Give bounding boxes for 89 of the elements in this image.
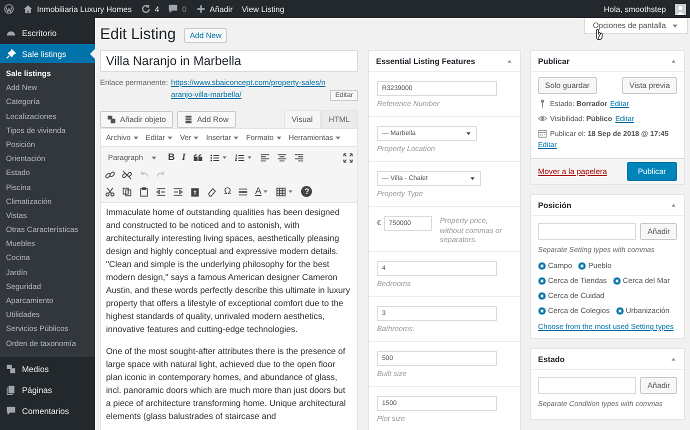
- bold-button[interactable]: B: [168, 152, 175, 164]
- collapse-arrow-icon[interactable]: [670, 356, 677, 362]
- greeting-link[interactable]: Hola, smoothstep: [604, 4, 666, 14]
- align-left-icon[interactable]: [260, 152, 270, 162]
- pages-icon: [6, 385, 16, 396]
- help-button[interactable]: ?: [301, 186, 312, 197]
- tag-input-field[interactable]: [538, 377, 636, 394]
- caret-icon: [465, 130, 472, 137]
- paste-text-icon[interactable]: [190, 186, 200, 196]
- unlink-icon[interactable]: [122, 170, 132, 180]
- outdent-icon[interactable]: [156, 186, 166, 196]
- remove-tag-icon[interactable]: [578, 262, 586, 270]
- sidebar-label: Sale listings: [22, 48, 66, 58]
- collapse-arrow-icon[interactable]: [670, 58, 677, 64]
- pushpin-icon: [6, 48, 16, 58]
- caret-icon: [232, 134, 240, 142]
- speech-bubble-icon: [6, 406, 16, 416]
- caret-icon: [334, 134, 342, 142]
- remove-tag-icon[interactable]: [538, 292, 546, 300]
- scissors-icon[interactable]: [105, 186, 115, 196]
- remove-tag-icon[interactable]: [538, 276, 546, 284]
- caret-icon[interactable]: [262, 188, 270, 195]
- link-icon[interactable]: [105, 170, 115, 180]
- sidebar-label: Comentarios: [22, 406, 70, 416]
- add-new-link[interactable]: Añadir: [210, 4, 233, 14]
- avatar-icon: [675, 4, 686, 14]
- indent-icon[interactable]: [173, 186, 183, 196]
- comment-icon[interactable]: [168, 4, 178, 14]
- view-listing-link[interactable]: View Listing: [242, 4, 284, 14]
- collapse-arrow-icon[interactable]: [670, 202, 677, 208]
- caret-icon[interactable]: [220, 154, 228, 161]
- horizontal-line-icon[interactable]: [238, 186, 248, 196]
- home-icon: [23, 4, 33, 14]
- italic-button[interactable]: I: [182, 152, 186, 164]
- body-paragraph: One of the most sought-after attributes there is the presence of large space with natural light, achieved due to the open floor plan iconic in contemporary homes, and abundance of glass, incl. panoramic doors which are much more than just doors but a piece of architecture transforming home. Unique architectural elements (glass balustrades of staircase and: [106, 345, 347, 423]
- caret-icon: [166, 134, 174, 142]
- align-center-icon[interactable]: [276, 152, 287, 162]
- align-right-icon[interactable]: [294, 152, 304, 162]
- sidebar-label: Escritorio: [22, 28, 57, 38]
- sidebar-item[interactable]: Comentarios: [0, 402, 95, 421]
- remove-tag-icon[interactable]: [616, 306, 624, 314]
- sidebar-item[interactable]: Escritorio: [0, 23, 95, 42]
- media-icon: [6, 364, 16, 374]
- eraser-icon[interactable]: [207, 186, 217, 196]
- post-title-field[interactable]: Villa Naranjo in Marbella: [100, 50, 358, 72]
- page-title: Edit Listing: [100, 26, 176, 44]
- status-pin-icon: [538, 99, 547, 108]
- sidebar-label: Medios: [22, 364, 49, 374]
- sidebar-label: Páginas: [22, 385, 52, 396]
- sidebar-item[interactable]: Sale listings: [0, 44, 95, 63]
- rows-icon: [184, 115, 193, 124]
- fullscreen-icon[interactable]: [343, 152, 353, 162]
- tag-input-field[interactable]: [538, 223, 636, 240]
- wordpress-logo-icon[interactable]: [4, 4, 14, 14]
- box-title: Estado: [538, 354, 565, 364]
- box-title: Essential Listing Features: [376, 56, 476, 66]
- eye-icon: [538, 114, 547, 123]
- sidebar-item[interactable]: Medios: [0, 360, 95, 379]
- remove-tag-icon[interactable]: [538, 262, 546, 270]
- caret-icon: [671, 22, 679, 30]
- caret-icon: [192, 134, 200, 142]
- calendar-icon: [538, 129, 547, 138]
- paste-icon[interactable]: [139, 186, 149, 196]
- collapse-arrow-icon[interactable]: [506, 58, 513, 64]
- caret-icon: [132, 134, 140, 142]
- caret-icon[interactable]: [246, 154, 253, 161]
- updates-count: 4: [154, 4, 160, 14]
- plus-icon: [196, 4, 206, 14]
- caret-icon: [150, 154, 158, 162]
- special-character-button[interactable]: Ω: [224, 186, 232, 198]
- numbered-list-icon[interactable]: [234, 152, 245, 162]
- copy-icon[interactable]: [122, 186, 132, 196]
- media-icon: [107, 115, 116, 124]
- table-icon[interactable]: [276, 186, 286, 196]
- sidebar-item[interactable]: Páginas: [0, 380, 95, 400]
- box-title: Posición: [538, 200, 572, 210]
- quote-icon[interactable]: [192, 152, 203, 162]
- caret-icon: [274, 134, 283, 142]
- remove-tag-icon[interactable]: [538, 306, 546, 314]
- caret-icon: [469, 175, 476, 182]
- bullet-list-icon[interactable]: [210, 152, 220, 162]
- body-paragraph: Immaculate home of outstanding qualities has been designed and constructed to be noticed and to astonish, with architecturally interesting living spaces, aesthetically pleasing design and highly conceptual and expressive modern details. "Clean and simple is the underlying philosophy for the best modern design," says a famous American designer Cameron Austin, and these words perfectly describe this ultimate in luxury property that offers a lifestyle of exceptional comfort due to the highest standards of quality, unrivaled modern aesthetics, innovative features and cutting-edge technologies.: [106, 206, 352, 336]
- caret-icon[interactable]: [287, 188, 294, 195]
- box-title: Publicar: [538, 56, 570, 66]
- remove-tag-icon[interactable]: [612, 276, 621, 284]
- site-name-link[interactable]: Inmobiliaria Luxury Homes: [37, 4, 132, 14]
- comments-count: 0: [182, 4, 187, 14]
- text-color-button[interactable]: A: [255, 186, 262, 198]
- refresh-icon[interactable]: [140, 4, 151, 14]
